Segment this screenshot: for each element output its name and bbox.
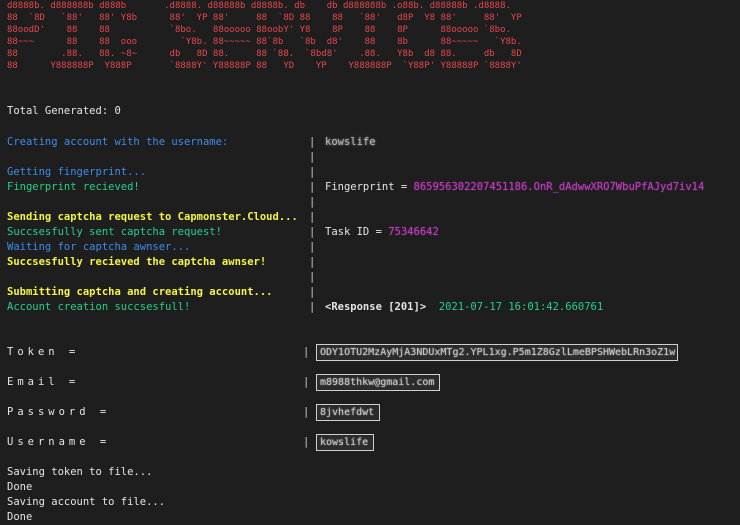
separator: | — [309, 136, 316, 148]
token-label: Token = — [7, 346, 80, 358]
log-sending-captcha: Sending captcha request to Capmonster.Cl… — [7, 211, 298, 223]
fingerprint-value: 865956302207451186.OnR_dAdwwXRO7WbuPfAJy… — [413, 181, 705, 193]
log-received-captcha: Succsesfully recieved the captcha awnser… — [7, 256, 267, 268]
log-saving-account: Saving account to file... — [7, 496, 166, 508]
separator: | — [309, 271, 316, 283]
username-field[interactable]: kowslife — [316, 434, 374, 451]
separator: | — [309, 226, 316, 238]
separator: | — [309, 286, 316, 298]
ascii-banner: d8888b. d888888b d888b .d8888. d88888b d… — [7, 1, 522, 71]
separator: | — [309, 211, 316, 223]
log-submitting: Submitting captcha and creating account.… — [7, 286, 273, 298]
fingerprint-line: Fingerprint = 865956302207451186.OnR_dAd… — [325, 180, 704, 195]
separator: | — [303, 436, 310, 448]
password-field[interactable]: 8jvhefdwt — [316, 404, 380, 421]
response-line: <Response [201]> 2021-07-17 16:01:42.660… — [325, 300, 603, 315]
log-creating-account: Creating account with the username: — [7, 136, 229, 148]
total-generated: Total Generated: 0 — [7, 105, 121, 117]
separator: | — [303, 346, 310, 358]
log-done-token: Done — [7, 481, 33, 493]
task-id-line: Task ID = 75346642 — [325, 225, 439, 240]
email-field[interactable]: m8988thkw@gmail.com — [316, 374, 440, 391]
separator: | — [309, 301, 316, 313]
log-saving-token: Saving token to file... — [7, 466, 153, 478]
separator: | — [309, 151, 316, 163]
terminal-window: d8888b. d888888b d888b .d8888. d88888b d… — [0, 0, 740, 525]
separator: | — [303, 376, 310, 388]
log-getting-fingerprint: Getting fingerprint... — [7, 166, 147, 178]
username-shown: kowslife — [325, 136, 376, 148]
fingerprint-label: Fingerprint = — [325, 181, 414, 193]
log-fingerprint-received: Fingerprint recieved! — [7, 181, 140, 193]
response-timestamp: 2021-07-17 16:01:42.660761 — [438, 301, 604, 313]
separator: | — [309, 196, 316, 208]
log-account-created: Account creation succsesfull! — [7, 301, 191, 313]
separator: | — [309, 256, 316, 268]
separator: | — [309, 181, 316, 193]
email-label: Email = — [7, 376, 80, 388]
separator: | — [309, 166, 316, 178]
token-field[interactable]: ODY1OTU2MzAyMjA3NDUxMTg2.YPL1xg.P5m1Z8Gz… — [316, 344, 678, 361]
separator: | — [303, 406, 310, 418]
response-status: <Response [201]> — [325, 301, 427, 313]
log-sent-captcha: Succsesfully sent captcha request! — [7, 226, 222, 238]
password-label: Password = — [7, 406, 111, 418]
username-label: Username = — [7, 436, 111, 448]
log-waiting-captcha: Waiting for captcha awnser... — [7, 241, 191, 253]
task-id-label: Task ID = — [325, 226, 389, 238]
task-id-value: 75346642 — [388, 226, 439, 238]
log-done-account: Done — [7, 511, 33, 523]
separator: | — [309, 241, 316, 253]
